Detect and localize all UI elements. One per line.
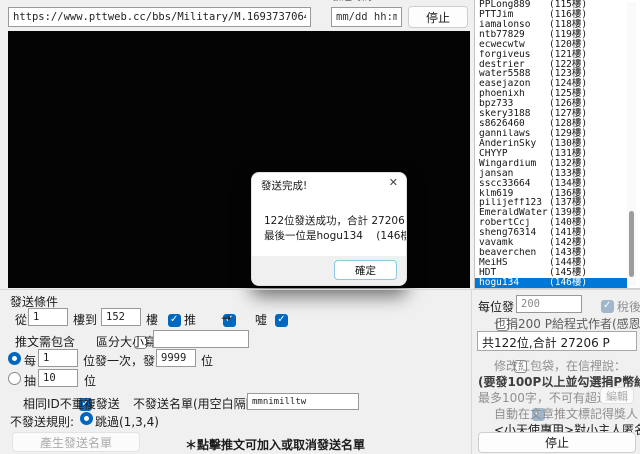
arrow-label: → (221, 311, 231, 325)
recipient-floor: (146樓) (549, 278, 587, 288)
close-icon[interactable]: ✕ (389, 176, 398, 189)
stop-button-bottom[interactable]: 停止 (478, 432, 636, 453)
contains-label: 推文需包含 (15, 333, 75, 350)
recipient-name: PPLong889 (479, 0, 549, 10)
recipient-name: ecwecwtw (479, 40, 549, 50)
click-hint: ＊點擊推文可加入或取消發送名單 (185, 436, 365, 453)
ok-button[interactable]: 確定 (334, 260, 397, 280)
every-mid-label: 位發一次，發 (83, 352, 155, 369)
total-summary-text: 共122位,合計 27206 P (478, 332, 636, 351)
recipient-name: sscc33664 (479, 179, 549, 189)
send-count-input[interactable] (156, 349, 196, 367)
recipient-list[interactable]: PPLong889 (115樓) PTTJim (116樓) iamalonso… (474, 0, 640, 289)
app-window: 發送時間 停止 PPLong889 (115樓) PTTJim (116樓) i… (0, 0, 640, 454)
exclude-list-label: 不發送名單(用空白隔開) (133, 395, 262, 412)
every-label: 每 (24, 352, 36, 369)
exclude-list-input[interactable] (247, 393, 359, 410)
recipient-name: CHYYP (479, 149, 549, 159)
every-suffix-label: 位 (201, 352, 213, 369)
boo-checkbox[interactable] (275, 314, 288, 327)
recipient-name: gannilaws (479, 129, 549, 139)
schedule-time-input[interactable] (331, 7, 402, 27)
recipient-name: skery3188 (479, 109, 549, 119)
draw-radio[interactable] (8, 372, 21, 385)
url-input[interactable] (8, 7, 311, 27)
push-label: 推 (184, 311, 196, 328)
payment-panel: 每位發 稅後 也捐200 P給程式作者(感恩) 共122位,合計 27206 P… (471, 289, 640, 454)
recipient-name: jansan (479, 169, 549, 179)
clipped-time-label: 發送時間 (332, 0, 424, 4)
push-checkbox[interactable] (168, 314, 181, 327)
recipient-name: ntb77829 (479, 30, 549, 40)
from-floor-input[interactable] (28, 308, 68, 326)
recipient-name: Wingardium (479, 159, 549, 169)
recipient-name: PTTJim (479, 10, 549, 20)
dialog-message-line2: 最後一位是hogu134 (146樓) (264, 228, 407, 243)
dialog-title: 發送完成! (261, 178, 307, 193)
recipient-name: beaverchen (479, 248, 549, 258)
recipient-name: HDT (479, 268, 549, 278)
recipient-name: destrier (479, 60, 549, 70)
recipient-name: easejazon (479, 79, 549, 89)
same-id-label: 相同ID不重複發送 (23, 395, 120, 412)
recipient-name: EmeraldWater (479, 208, 549, 218)
list-scrollbar-thumb[interactable] (629, 211, 634, 277)
stop-button-top[interactable]: 停止 (408, 6, 468, 28)
recipient-name: water5588 (479, 69, 549, 79)
contains-input[interactable] (153, 330, 249, 348)
recipient-name: forgiveus (479, 50, 549, 60)
generate-list-button[interactable]: 產生發送名單 (12, 432, 140, 452)
recipient-name: vavamk (479, 238, 549, 248)
donate-label: 也捐200 P給程式作者(感恩) (494, 315, 640, 332)
edit-button[interactable]: 編輯 (600, 387, 634, 404)
case-sensitive-label: 區分大小寫 (96, 333, 156, 350)
to-floor-input[interactable] (101, 308, 141, 326)
from-label: 從 (15, 311, 27, 328)
after-tax-label: 稅後 (617, 298, 640, 315)
rule-label: 不發送規則: (10, 413, 74, 430)
recipient-name: AnderinSky (479, 139, 549, 149)
recipient-name: pilijeff123 (479, 198, 549, 208)
skip-rule-label: 跳過(1,3,4) (95, 413, 159, 430)
recipient-name: robertCcj (479, 218, 549, 228)
total-summary-box: 共122位,合計 27206 P (477, 331, 637, 351)
draw-label: 抽 (24, 372, 36, 389)
send-complete-dialog: 發送完成! ✕ 122位發送成功，合計 27206 P 最後一位是hogu134… (251, 172, 407, 286)
every-n-input[interactable] (38, 349, 78, 367)
per-person-label: 每位發 (478, 298, 514, 315)
recipient-name: klm619 (479, 189, 549, 199)
modify-envelope-label: 修改紅包袋，在信裡說： (494, 357, 626, 374)
recipient-name: sheng76314 (479, 228, 549, 238)
list-item[interactable]: hogu134 (146樓) (475, 278, 627, 288)
send-conditions-panel: 發送條件 從 樓到 樓 推 → 噓 推文需包含 區分大小寫 每 位發一次，發 位… (0, 289, 471, 454)
draw-suffix-label: 位 (84, 372, 96, 389)
draw-count-input[interactable] (38, 369, 78, 387)
boo-label: 噓 (255, 311, 267, 328)
recipient-name: s8626460 (479, 119, 549, 129)
recipient-name: phoenixh (479, 89, 549, 99)
skip-rule-radio[interactable] (80, 412, 93, 425)
recipient-name: MeiHS (479, 258, 549, 268)
after-tax-checkbox[interactable] (601, 300, 614, 313)
amount-input[interactable] (516, 295, 582, 313)
recipient-name: bpz733 (479, 99, 549, 109)
every-radio[interactable] (8, 352, 21, 365)
floor-label: 樓 (146, 311, 158, 328)
dialog-message-line1: 122位發送成功，合計 27206 P (264, 213, 407, 228)
mark-winners-label: 自動在文章推文標記得獎人 (494, 405, 638, 422)
to-label: 樓到 (73, 311, 97, 328)
recipient-name: hogu134 (479, 278, 549, 288)
recipient-name: iamalonso (479, 20, 549, 30)
